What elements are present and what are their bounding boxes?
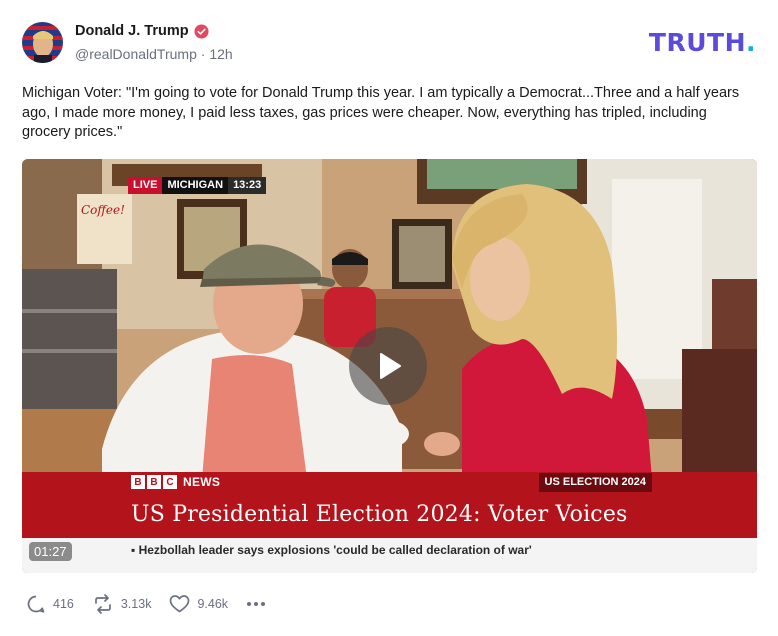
reply-button[interactable]: 416 [26,594,74,614]
bbc-news-brand: B B C NEWS [131,475,220,489]
live-label: LIVE [128,177,163,194]
bbc-block-b1: B [131,475,145,489]
bbc-block-c: C [163,475,177,489]
broadcast-clock: 13:23 [228,177,267,194]
truth-social-logo: TRUTH. [649,28,756,57]
meta-separator: · [200,46,206,62]
location-label: MICHIGAN [162,177,229,194]
retruth-count: 3.13k [120,597,152,611]
video-player[interactable]: Coffee! LIVE MICHIGAN 13:23 B B C NEWS U… [22,159,757,573]
retruth-icon [95,594,111,614]
post-actions: 416 3.13k 9.46k [26,594,284,614]
author-handle[interactable]: @realDonaldTrump [75,46,197,62]
verified-badge-icon [194,23,209,39]
bbc-block-b2: B [147,475,161,489]
like-button[interactable]: 9.46k [169,594,228,614]
heart-icon [170,595,190,613]
reply-icon [27,595,45,613]
logo-text: TRUTH [648,28,746,57]
author-name-text[interactable]: Donald J. Trump [75,23,189,39]
play-button[interactable] [349,327,427,405]
retruth-button[interactable]: 3.13k [92,594,152,614]
video-duration: 01:27 [29,542,72,561]
play-icon [380,353,401,379]
author-name[interactable]: Donald J. Trump [75,23,209,39]
more-options-button[interactable] [246,601,266,607]
avatar[interactable] [22,22,63,63]
logo-dot: . [746,28,756,57]
ticker-text: ▪ Hezbollah leader says explosions 'coul… [131,543,532,557]
like-count: 9.46k [197,597,229,611]
author-meta: @realDonaldTrump · 12h [75,46,233,62]
video-headline: US Presidential Election 2024: Voter Voi… [131,502,628,527]
truth-post: Donald J. Trump @realDonaldTrump · 12h T… [0,0,778,636]
coffee-poster-text: Coffee! [81,203,125,217]
news-word: NEWS [183,475,221,489]
ellipsis-icon [247,602,266,606]
reply-count: 416 [53,597,74,611]
live-bug: LIVE MICHIGAN 13:23 [128,177,267,194]
post-time[interactable]: 12h [209,46,232,62]
post-text: Michigan Voter: "I'm going to vote for D… [22,85,740,140]
election-tag: US ELECTION 2024 [538,473,652,492]
